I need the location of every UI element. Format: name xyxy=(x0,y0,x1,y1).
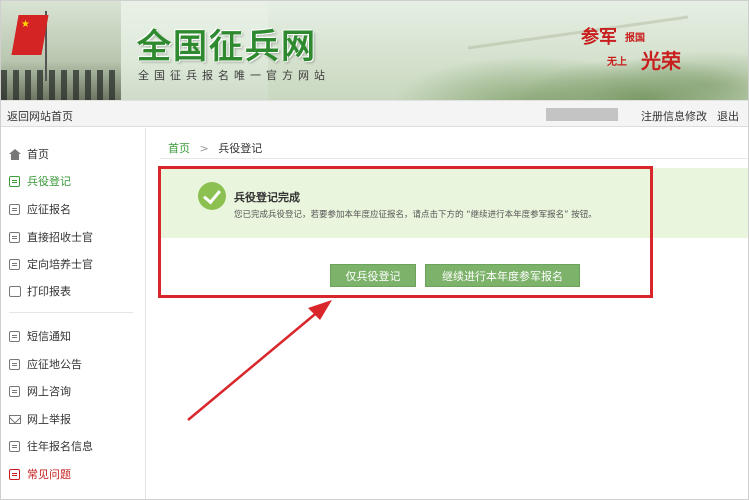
username-redacted xyxy=(546,108,618,121)
sidebar-item-sms-notice[interactable]: 短信通知 xyxy=(9,327,71,345)
sidebar-item-label: 打印报表 xyxy=(27,285,71,298)
clipboard-icon xyxy=(9,440,20,452)
document-icon xyxy=(9,175,20,187)
printer-icon xyxy=(9,285,21,297)
slogan-line-2: 报国 xyxy=(625,33,645,44)
red-highlight-box xyxy=(158,166,653,298)
breadcrumb-divider xyxy=(160,158,748,159)
question-icon xyxy=(9,468,20,480)
sidebar-item-label: 应征报名 xyxy=(27,203,71,216)
announcement-icon xyxy=(9,358,20,370)
mail-icon xyxy=(9,414,21,424)
sidebar-item-online-consult[interactable]: 网上咨询 xyxy=(9,382,71,400)
sidebar-item-label: 常见问题 xyxy=(27,468,71,481)
back-to-home-link[interactable]: 返回网站首页 xyxy=(7,108,73,124)
flag-icon xyxy=(11,15,49,55)
sidebar-item-label: 首页 xyxy=(27,148,49,161)
message-icon xyxy=(9,330,20,342)
breadcrumb-home-link[interactable]: 首页 xyxy=(168,142,190,155)
id-card-icon xyxy=(9,231,20,243)
sidebar-item-military-registration[interactable]: 兵役登记 xyxy=(9,172,71,190)
sidebar-item-label: 短信通知 xyxy=(27,330,71,343)
sidebar-item-label: 兵役登记 xyxy=(27,175,71,188)
logout-link[interactable]: 退出 xyxy=(717,108,739,124)
sidebar-item-enlistment[interactable]: 应征报名 xyxy=(9,200,71,218)
breadcrumb-current: 兵役登记 xyxy=(218,142,263,155)
sidebar-item-targeted-nco[interactable]: 定向培养士官 xyxy=(9,255,93,273)
sidebar-divider xyxy=(9,312,133,313)
site-logo-title[interactable]: 全国征兵网 xyxy=(137,19,317,68)
slogan-line-1: 参军 xyxy=(581,27,617,48)
site-logo-subtitle: 全国征兵报名唯一官方网站 xyxy=(138,69,330,82)
sidebar-item-announcements[interactable]: 应征地公告 xyxy=(9,355,82,373)
sidebar-item-label: 往年报名信息 xyxy=(27,440,93,453)
star-icon: ★ xyxy=(21,19,30,30)
sidebar: 首页 兵役登记 应征报名 直接招收士官 定向培养士官 打印报表 短信通知 应征地… xyxy=(1,128,146,499)
home-icon xyxy=(9,148,21,160)
site-banner: ★ 全国征兵网 全国征兵报名唯一官方网站 参军 报国 无上 光荣 xyxy=(1,1,748,100)
sidebar-item-online-report[interactable]: 网上举报 xyxy=(9,410,71,428)
sidebar-item-past-registration[interactable]: 往年报名信息 xyxy=(9,437,93,455)
red-arrow-icon xyxy=(187,300,332,421)
sidebar-item-label: 定向培养士官 xyxy=(27,258,93,271)
edit-registration-link[interactable]: 注册信息修改 xyxy=(641,108,707,124)
soldiers-graphic xyxy=(1,70,121,100)
sidebar-item-label: 网上咨询 xyxy=(27,385,71,398)
form-icon xyxy=(9,203,20,215)
top-nav-bar: 返回网站首页 注册信息修改 退出 xyxy=(1,100,748,127)
slogan-line-4: 光荣 xyxy=(641,49,681,73)
sidebar-item-label: 直接招收士官 xyxy=(27,231,93,244)
chat-icon xyxy=(9,385,20,397)
sidebar-item-home[interactable]: 首页 xyxy=(9,145,49,163)
sidebar-item-label: 网上举报 xyxy=(27,413,71,426)
breadcrumb-separator: > xyxy=(199,142,209,155)
sidebar-item-print-report[interactable]: 打印报表 xyxy=(9,282,71,300)
honor-guard-image: ★ xyxy=(1,1,121,100)
sidebar-item-faq[interactable]: 常见问题 xyxy=(9,465,71,483)
sidebar-item-direct-nco[interactable]: 直接招收士官 xyxy=(9,228,93,246)
slogan-line-3: 无上 xyxy=(607,57,627,68)
breadcrumb: 首页 > 兵役登记 xyxy=(168,140,262,156)
sidebar-item-label: 应征地公告 xyxy=(27,358,82,371)
id-card-icon xyxy=(9,258,20,270)
